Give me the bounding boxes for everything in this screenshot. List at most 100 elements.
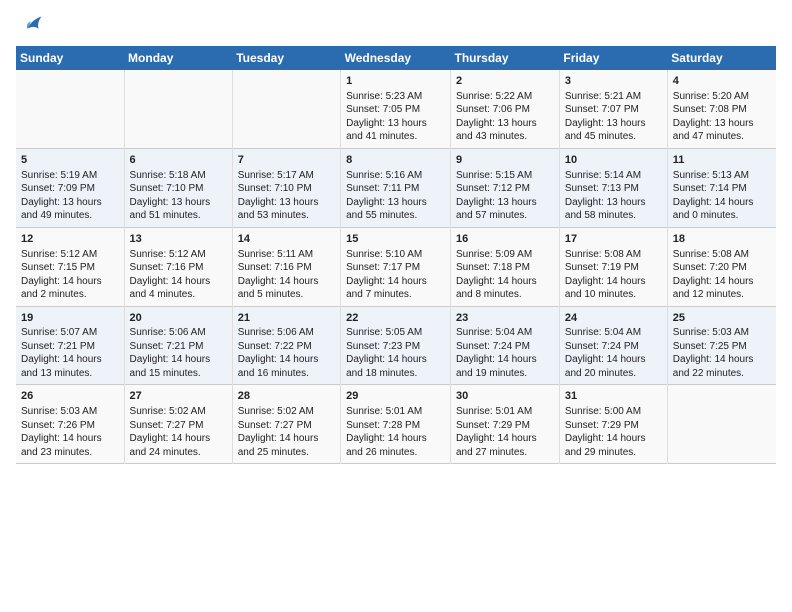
day-info: and 49 minutes. xyxy=(21,209,119,223)
calendar-cell: 23Sunrise: 5:04 AMSunset: 7:24 PMDayligh… xyxy=(451,306,560,385)
calendar-cell: 25Sunrise: 5:03 AMSunset: 7:25 PMDayligh… xyxy=(667,306,776,385)
weekday-header-saturday: Saturday xyxy=(667,46,776,70)
calendar-cell: 7Sunrise: 5:17 AMSunset: 7:10 PMDaylight… xyxy=(232,148,340,227)
day-number: 22 xyxy=(346,311,445,326)
day-info: Daylight: 14 hours xyxy=(565,353,662,367)
calendar-cell: 4Sunrise: 5:20 AMSunset: 7:08 PMDaylight… xyxy=(667,70,776,148)
day-number: 1 xyxy=(346,74,445,89)
day-number: 3 xyxy=(565,74,662,89)
day-info: Sunrise: 5:21 AM xyxy=(565,90,662,104)
day-info: Sunset: 7:15 PM xyxy=(21,261,119,275)
day-info: and 2 minutes. xyxy=(21,288,119,302)
day-info: and 45 minutes. xyxy=(565,130,662,144)
day-info: Sunrise: 5:12 AM xyxy=(21,248,119,262)
day-info: Sunrise: 5:10 AM xyxy=(346,248,445,262)
day-info: Daylight: 14 hours xyxy=(673,275,771,289)
day-info: Sunset: 7:10 PM xyxy=(238,182,335,196)
day-info: Sunrise: 5:20 AM xyxy=(673,90,771,104)
weekday-header-wednesday: Wednesday xyxy=(341,46,451,70)
day-info: Sunset: 7:16 PM xyxy=(238,261,335,275)
day-info: Daylight: 14 hours xyxy=(673,353,771,367)
day-info: and 29 minutes. xyxy=(565,446,662,460)
calendar-cell: 8Sunrise: 5:16 AMSunset: 7:11 PMDaylight… xyxy=(341,148,451,227)
calendar-cell: 11Sunrise: 5:13 AMSunset: 7:14 PMDayligh… xyxy=(667,148,776,227)
day-info: Sunset: 7:24 PM xyxy=(565,340,662,354)
day-info: Sunrise: 5:14 AM xyxy=(565,169,662,183)
calendar-cell: 15Sunrise: 5:10 AMSunset: 7:17 PMDayligh… xyxy=(341,227,451,306)
day-info: Sunset: 7:27 PM xyxy=(130,419,227,433)
day-info: and 51 minutes. xyxy=(130,209,227,223)
day-info: Sunset: 7:10 PM xyxy=(130,182,227,196)
day-number: 28 xyxy=(238,389,335,404)
weekday-header-monday: Monday xyxy=(124,46,232,70)
day-info: Daylight: 13 hours xyxy=(238,196,335,210)
logo-bird-icon xyxy=(18,12,46,40)
day-info: and 18 minutes. xyxy=(346,367,445,381)
day-info: and 27 minutes. xyxy=(456,446,554,460)
day-number: 4 xyxy=(673,74,771,89)
calendar-cell: 22Sunrise: 5:05 AMSunset: 7:23 PMDayligh… xyxy=(341,306,451,385)
day-number: 23 xyxy=(456,311,554,326)
day-number: 7 xyxy=(238,153,335,168)
day-info: Daylight: 13 hours xyxy=(565,196,662,210)
day-info: Sunset: 7:16 PM xyxy=(130,261,227,275)
day-info: Sunrise: 5:23 AM xyxy=(346,90,445,104)
day-info: and 24 minutes. xyxy=(130,446,227,460)
calendar-cell xyxy=(232,70,340,148)
calendar-week-row: 19Sunrise: 5:07 AMSunset: 7:21 PMDayligh… xyxy=(16,306,776,385)
day-info: and 15 minutes. xyxy=(130,367,227,381)
day-info: Daylight: 14 hours xyxy=(673,196,771,210)
day-info: Daylight: 14 hours xyxy=(456,353,554,367)
day-info: Sunset: 7:25 PM xyxy=(673,340,771,354)
day-info: Daylight: 13 hours xyxy=(673,117,771,131)
day-info: Sunset: 7:20 PM xyxy=(673,261,771,275)
day-info: Daylight: 14 hours xyxy=(130,353,227,367)
day-info: Sunset: 7:21 PM xyxy=(130,340,227,354)
day-info: Sunset: 7:13 PM xyxy=(565,182,662,196)
day-number: 27 xyxy=(130,389,227,404)
calendar-cell: 1Sunrise: 5:23 AMSunset: 7:05 PMDaylight… xyxy=(341,70,451,148)
day-number: 19 xyxy=(21,311,119,326)
day-info: Sunrise: 5:17 AM xyxy=(238,169,335,183)
day-info: Sunset: 7:09 PM xyxy=(21,182,119,196)
day-info: Sunrise: 5:02 AM xyxy=(238,405,335,419)
day-info: Sunrise: 5:04 AM xyxy=(456,326,554,340)
day-info: Sunset: 7:27 PM xyxy=(238,419,335,433)
day-number: 18 xyxy=(673,232,771,247)
day-info: and 12 minutes. xyxy=(673,288,771,302)
calendar-cell: 16Sunrise: 5:09 AMSunset: 7:18 PMDayligh… xyxy=(451,227,560,306)
day-info: and 55 minutes. xyxy=(346,209,445,223)
day-info: Sunset: 7:11 PM xyxy=(346,182,445,196)
calendar-week-row: 12Sunrise: 5:12 AMSunset: 7:15 PM Dayligh… xyxy=(16,227,776,306)
day-info: Sunrise: 5:05 AM xyxy=(346,326,445,340)
day-info: Sunrise: 5:22 AM xyxy=(456,90,554,104)
calendar-cell: 19Sunrise: 5:07 AMSunset: 7:21 PMDayligh… xyxy=(16,306,124,385)
calendar-cell: 21Sunrise: 5:06 AMSunset: 7:22 PMDayligh… xyxy=(232,306,340,385)
day-info: Sunrise: 5:09 AM xyxy=(456,248,554,262)
day-info: Sunset: 7:17 PM xyxy=(346,261,445,275)
day-info: Sunset: 7:08 PM xyxy=(673,103,771,117)
day-info: Sunset: 7:28 PM xyxy=(346,419,445,433)
day-number: 12 xyxy=(21,232,119,247)
day-info: Sunrise: 5:18 AM xyxy=(130,169,227,183)
day-info: and 26 minutes. xyxy=(346,446,445,460)
calendar-cell: 10Sunrise: 5:14 AMSunset: 7:13 PMDayligh… xyxy=(559,148,667,227)
day-number: 20 xyxy=(130,311,227,326)
calendar-cell: 26Sunrise: 5:03 AMSunset: 7:26 PMDayligh… xyxy=(16,385,124,464)
day-number: 26 xyxy=(21,389,119,404)
day-info: Sunset: 7:22 PM xyxy=(238,340,335,354)
day-number: 11 xyxy=(673,153,771,168)
day-number: 30 xyxy=(456,389,554,404)
day-info: and 13 minutes. xyxy=(21,367,119,381)
day-info: and 16 minutes. xyxy=(238,367,335,381)
day-info: and 5 minutes. xyxy=(238,288,335,302)
day-number: 8 xyxy=(346,153,445,168)
calendar-cell: 17Sunrise: 5:08 AMSunset: 7:19 PMDayligh… xyxy=(559,227,667,306)
day-number: 6 xyxy=(130,153,227,168)
day-number: 16 xyxy=(456,232,554,247)
calendar-cell: 3Sunrise: 5:21 AMSunset: 7:07 PMDaylight… xyxy=(559,70,667,148)
day-info: and 23 minutes. xyxy=(21,446,119,460)
day-number: 21 xyxy=(238,311,335,326)
calendar-cell xyxy=(667,385,776,464)
day-info: Daylight: 14 hours xyxy=(565,432,662,446)
